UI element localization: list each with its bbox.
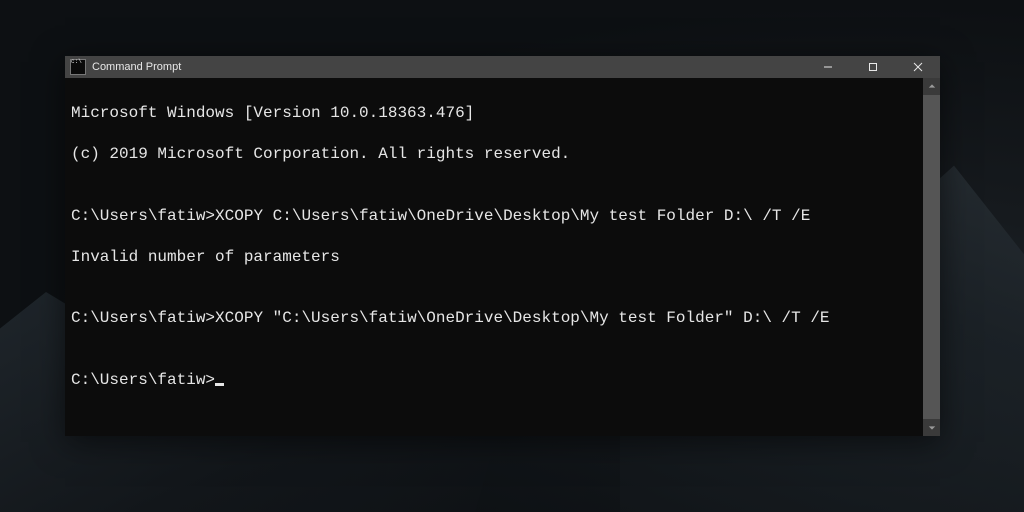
- maximize-icon: [868, 62, 878, 72]
- console-output[interactable]: Microsoft Windows [Version 10.0.18363.47…: [65, 78, 923, 436]
- output-line: Invalid number of parameters: [71, 247, 917, 267]
- window-titlebar[interactable]: Command Prompt: [65, 56, 940, 78]
- close-icon: [913, 62, 923, 72]
- prompt-path: C:\Users\fatiw>: [71, 371, 215, 389]
- minimize-button[interactable]: [805, 56, 850, 78]
- window-controls: [805, 56, 940, 78]
- chevron-up-icon: [928, 82, 936, 90]
- vertical-scrollbar[interactable]: [923, 78, 940, 436]
- command-line: C:\Users\fatiw>XCOPY "C:\Users\fatiw\One…: [71, 308, 917, 328]
- minimize-icon: [823, 62, 833, 72]
- console-area: Microsoft Windows [Version 10.0.18363.47…: [65, 78, 940, 436]
- current-prompt[interactable]: C:\Users\fatiw>: [71, 370, 917, 390]
- chevron-down-icon: [928, 424, 936, 432]
- banner-line: (c) 2019 Microsoft Corporation. All righ…: [71, 144, 917, 164]
- close-button[interactable]: [895, 56, 940, 78]
- cmd-icon: [70, 59, 86, 75]
- desktop-wallpaper: Command Prompt Microsoft Windows [Versio…: [0, 0, 1024, 512]
- scrollbar-track[interactable]: [923, 95, 940, 419]
- maximize-button[interactable]: [850, 56, 895, 78]
- command-line: C:\Users\fatiw>XCOPY C:\Users\fatiw\OneD…: [71, 206, 917, 226]
- banner-line: Microsoft Windows [Version 10.0.18363.47…: [71, 103, 917, 123]
- command-text: XCOPY "C:\Users\fatiw\OneDrive\Desktop\M…: [215, 309, 830, 327]
- command-text: XCOPY C:\Users\fatiw\OneDrive\Desktop\My…: [215, 207, 810, 225]
- cursor-icon: [215, 383, 224, 386]
- scroll-down-button[interactable]: [923, 419, 940, 436]
- command-prompt-window: Command Prompt Microsoft Windows [Versio…: [65, 56, 940, 436]
- prompt-path: C:\Users\fatiw>: [71, 207, 215, 225]
- prompt-path: C:\Users\fatiw>: [71, 309, 215, 327]
- scrollbar-thumb[interactable]: [923, 95, 940, 419]
- scroll-up-button[interactable]: [923, 78, 940, 95]
- window-title: Command Prompt: [92, 61, 181, 73]
